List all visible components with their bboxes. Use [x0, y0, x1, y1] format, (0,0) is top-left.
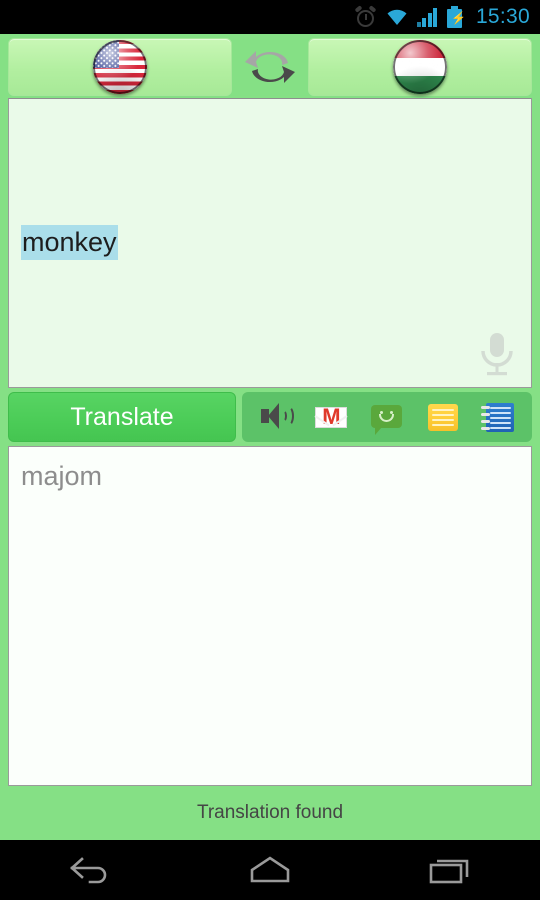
- translation-output-value: majom: [21, 461, 103, 491]
- source-text-value: monkey: [21, 225, 118, 260]
- speak-icon[interactable]: [257, 398, 295, 436]
- action-bar: Translate M: [0, 388, 540, 446]
- recents-icon: [429, 859, 469, 884]
- alarm-clock-icon: [354, 5, 377, 28]
- hu-flag-icon: [393, 40, 447, 94]
- translate-button-label: Translate: [70, 402, 174, 431]
- target-language-button[interactable]: [308, 38, 532, 96]
- dictionary-icon[interactable]: [479, 398, 517, 436]
- us-flag-icon: [93, 40, 147, 94]
- notes-icon[interactable]: [424, 398, 462, 436]
- microphone-icon[interactable]: [475, 331, 519, 377]
- translator-app-screen: ⚡ 15:30: [0, 0, 540, 900]
- back-button[interactable]: [30, 840, 150, 900]
- action-icon-panel: M: [242, 392, 532, 442]
- source-text-input[interactable]: monkey: [8, 98, 532, 388]
- android-status-bar: ⚡ 15:30: [0, 0, 540, 34]
- status-bar-clock: 15:30: [475, 5, 530, 28]
- back-arrow-icon: [70, 857, 107, 884]
- swap-languages-icon: [245, 51, 295, 83]
- translate-button[interactable]: Translate: [8, 392, 236, 442]
- wifi-icon: [387, 9, 407, 25]
- android-navigation-bar: [0, 840, 540, 900]
- swap-languages-button[interactable]: [236, 38, 304, 96]
- status-message: Translation found: [196, 802, 344, 823]
- gmail-icon[interactable]: M: [312, 398, 350, 436]
- status-bar-icons: ⚡ 15:30: [354, 5, 530, 29]
- source-language-button[interactable]: [8, 38, 232, 96]
- recents-button[interactable]: [390, 840, 510, 900]
- language-selector-bar: [0, 34, 540, 98]
- selected-text: monkey: [21, 225, 118, 260]
- signal-icon: [416, 7, 439, 27]
- translation-output[interactable]: majom: [8, 446, 532, 786]
- sms-icon[interactable]: [368, 398, 406, 436]
- battery-charging-icon: ⚡: [446, 6, 466, 28]
- home-icon: [250, 856, 290, 883]
- home-button[interactable]: [210, 840, 330, 900]
